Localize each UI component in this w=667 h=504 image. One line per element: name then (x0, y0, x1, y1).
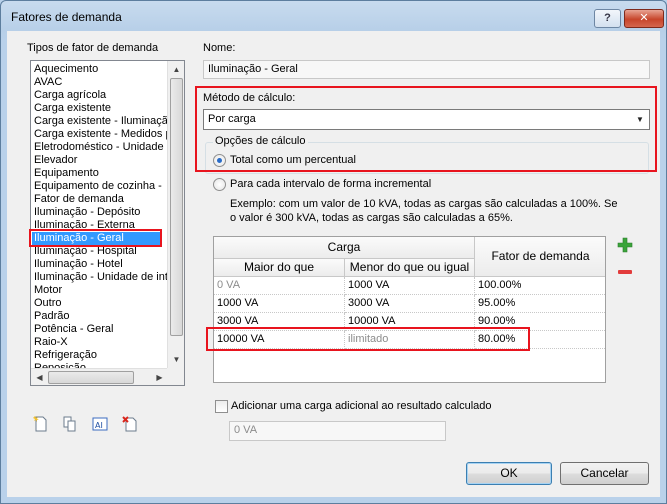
scroll-up-icon[interactable]: ▲ (168, 61, 184, 78)
list-item[interactable]: Outro (34, 297, 62, 310)
add-row-icon[interactable] (617, 237, 633, 253)
option-incremental-label[interactable]: Para cada intervalo de forma incremental (230, 178, 431, 190)
list-item[interactable]: Padrão (34, 310, 69, 323)
list-item[interactable]: Potência - Geral (34, 323, 113, 336)
title-bar: Fatores de demanda ? ✕ (1, 1, 666, 31)
list-item[interactable]: Carga agrícola (34, 89, 106, 102)
list-item[interactable]: Carga existente - Iluminação (34, 115, 174, 128)
method-select[interactable]: Por carga ▼ (203, 109, 650, 130)
cell-demand-factor[interactable]: 80.00% (475, 331, 605, 349)
additional-load-label[interactable]: Adicionar uma carga adicional ao resulta… (231, 400, 492, 412)
list-item[interactable]: Iluminação - Hotel (34, 258, 123, 271)
name-label: Nome: (203, 42, 236, 54)
list-item[interactable]: Carga existente (34, 102, 111, 115)
rename-icon[interactable]: AI (91, 415, 109, 433)
window-title: Fatores de demanda (11, 10, 122, 24)
dialog-client: Tipos de fator de demanda Aquecimento AVA… (7, 31, 660, 497)
list-item[interactable]: Iluminação - Hospital (34, 245, 137, 258)
cell-less-equal[interactable]: ilimitado (345, 331, 475, 349)
name-field: Iluminação - Geral (203, 60, 650, 79)
list-item[interactable]: AVAC (34, 76, 62, 89)
close-button[interactable]: ✕ (624, 9, 664, 28)
cell-greater-than[interactable]: 1000 VA (214, 295, 345, 313)
list-item[interactable]: Iluminação - Geral (32, 232, 162, 245)
list-item[interactable]: Eletrodoméstico - Unidade (34, 141, 164, 154)
list-item[interactable]: Iluminação - Depósito (34, 206, 140, 219)
scroll-right-icon[interactable]: ▶ (151, 369, 168, 385)
additional-load-field: 0 VA (229, 421, 446, 441)
list-item[interactable]: Iluminação - Unidade de int (34, 271, 168, 284)
scroll-thumb[interactable] (170, 78, 183, 336)
dialog-window: Fatores de demanda ? ✕ Tipos de fator de… (0, 0, 667, 504)
table-group-header: Carga (214, 237, 475, 259)
option-total-percent-radio[interactable] (213, 154, 226, 167)
option-total-percent-label[interactable]: Total como um percentual (230, 154, 356, 166)
cell-demand-factor[interactable]: 90.00% (475, 313, 605, 331)
cell-less-equal[interactable]: 10000 VA (345, 313, 475, 331)
example-text-line2: o valor é 300 kVA, todas as cargas são c… (230, 212, 513, 224)
list-vertical-scrollbar[interactable]: ▲ ▼ (167, 61, 184, 368)
col-header-less-equal: Menor do que ou igual (345, 259, 475, 277)
method-label: Método de cálculo: (203, 92, 296, 104)
delete-icon[interactable] (121, 415, 139, 433)
ok-button[interactable]: OK (466, 462, 552, 485)
list-item[interactable]: Equipamento de cozinha - (34, 180, 162, 193)
list-item[interactable]: Equipamento (34, 167, 99, 180)
scroll-left-icon[interactable]: ◀ (31, 369, 48, 385)
cancel-button[interactable]: Cancelar (560, 462, 649, 485)
additional-load-checkbox[interactable] (215, 400, 228, 413)
list-item[interactable]: Refrigeração (34, 349, 97, 362)
scroll-thumb-horizontal[interactable] (48, 371, 134, 384)
list-item[interactable]: Raio-X (34, 336, 68, 349)
scroll-corner (167, 368, 184, 385)
demand-factor-types-list[interactable]: Aquecimento AVAC Carga agrícola Carga exist… (30, 60, 185, 386)
radio-selected-dot (217, 158, 222, 163)
method-select-value: Por carga (208, 113, 256, 125)
remove-row-icon[interactable] (618, 270, 632, 274)
demand-factor-table[interactable]: Carga Maior do que Menor do que ou igual… (213, 236, 606, 383)
list-item[interactable]: Fator de demanda (34, 193, 124, 206)
list-label: Tipos de fator de demanda (27, 42, 159, 54)
list-item[interactable]: Motor (34, 284, 62, 297)
cell-greater-than[interactable]: 3000 VA (214, 313, 345, 331)
cell-greater-than[interactable]: 0 VA (214, 277, 345, 295)
new-icon[interactable] (32, 415, 50, 433)
col-header-greater-than: Maior do que (214, 259, 345, 277)
list-horizontal-scrollbar[interactable]: ◀ ▶ (31, 368, 168, 385)
option-incremental-radio[interactable] (213, 178, 226, 191)
cell-greater-than[interactable]: 10000 VA (214, 331, 345, 349)
list-item[interactable]: Iluminação - Externa (34, 219, 135, 232)
duplicate-icon[interactable] (61, 415, 79, 433)
cell-less-equal[interactable]: 3000 VA (345, 295, 475, 313)
cell-demand-factor[interactable]: 95.00% (475, 295, 605, 313)
col-header-demand-factor: Fator de demanda (475, 237, 605, 277)
chevron-down-icon[interactable]: ▼ (633, 112, 647, 127)
list-item[interactable]: Elevador (34, 154, 77, 167)
help-button[interactable]: ? (594, 9, 621, 28)
calculation-options-title: Opções de cálculo (213, 135, 308, 147)
list-item[interactable]: Aquecimento (34, 63, 98, 76)
example-text-line1: Exemplo: com um valor de 10 kVA, todas a… (230, 198, 618, 210)
scroll-down-icon[interactable]: ▼ (168, 351, 184, 368)
cell-demand-factor[interactable]: 100.00% (475, 277, 605, 295)
list-item[interactable]: Carga existente - Medidos p (34, 128, 172, 141)
cell-less-equal[interactable]: 1000 VA (345, 277, 475, 295)
svg-text:AI: AI (95, 421, 103, 430)
